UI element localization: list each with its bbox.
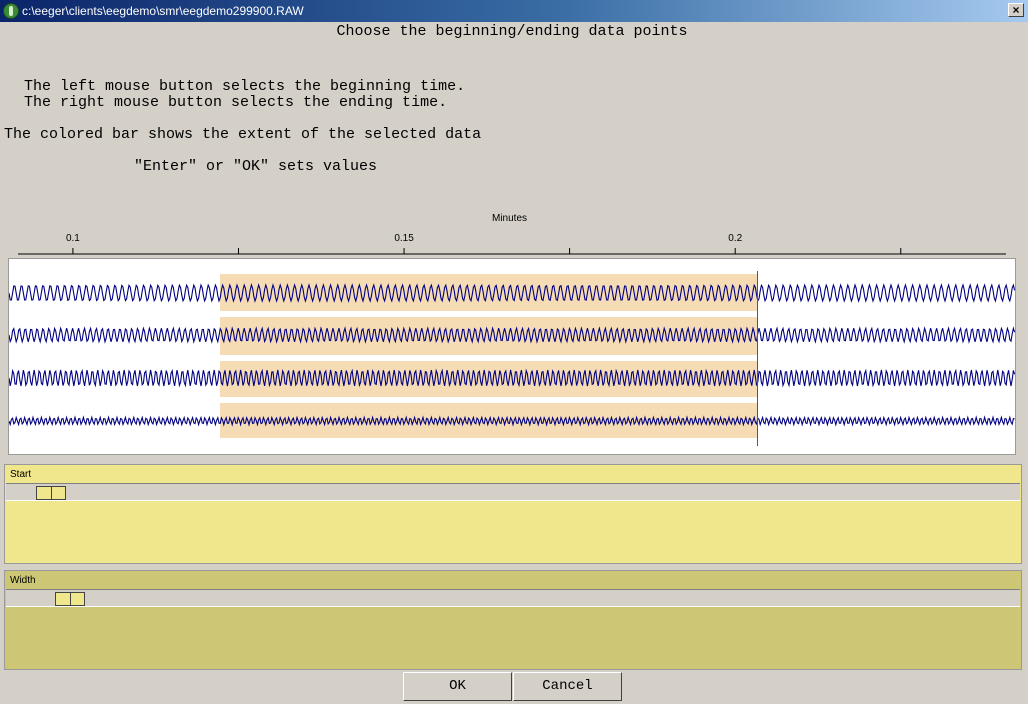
start-scrollbar-thumb[interactable]: [35, 486, 66, 500]
selection-end-marker: [757, 271, 759, 446]
axis-svg: 0.1 0.15 0.2: [18, 233, 1006, 255]
start-scrollbar[interactable]: [6, 483, 1020, 501]
axis-tick-label: 0.2: [728, 233, 742, 244]
width-scrollbar[interactable]: [6, 589, 1020, 607]
eeg-channel-4: [9, 415, 1015, 427]
axis-tick-label: 0.1: [66, 233, 80, 244]
width-panel: Width: [4, 570, 1022, 670]
width-label: Width: [10, 575, 36, 586]
instruction-heading: Choose the beginning/ending data points: [336, 23, 688, 40]
eeg-channel-3: [9, 368, 1015, 388]
start-panel: Start: [4, 464, 1022, 564]
eeg-channel-2: [9, 326, 1015, 344]
instruction-colored-bar: The colored bar shows the extent of the …: [4, 126, 482, 143]
axis-tick-label: 0.15: [394, 233, 414, 244]
instruction-enter-ok: "Enter" or "OK" sets values: [134, 158, 378, 175]
time-axis: Minutes 0.1 0.15 0.2: [0, 210, 1028, 258]
eeg-channel-1: [9, 283, 1015, 303]
ok-button[interactable]: OK: [403, 672, 512, 701]
instruction-left-mouse: The left mouse button selects the beginn…: [24, 78, 466, 95]
width-scrollbar-thumb[interactable]: [55, 592, 86, 606]
app-icon: [3, 3, 19, 19]
window-title: c:\eeger\clients\eegdemo\smr\eegdemo2999…: [22, 4, 304, 18]
cancel-button[interactable]: Cancel: [513, 672, 622, 701]
close-button[interactable]: ×: [1008, 3, 1024, 17]
title-bar: c:\eeger\clients\eegdemo\smr\eegdemo2999…: [0, 0, 1028, 22]
instruction-right-mouse: The right mouse button selects the endin…: [24, 94, 448, 111]
start-label: Start: [10, 469, 32, 480]
waveform-svg: [9, 283, 1015, 427]
eeg-chart[interactable]: [8, 258, 1016, 455]
